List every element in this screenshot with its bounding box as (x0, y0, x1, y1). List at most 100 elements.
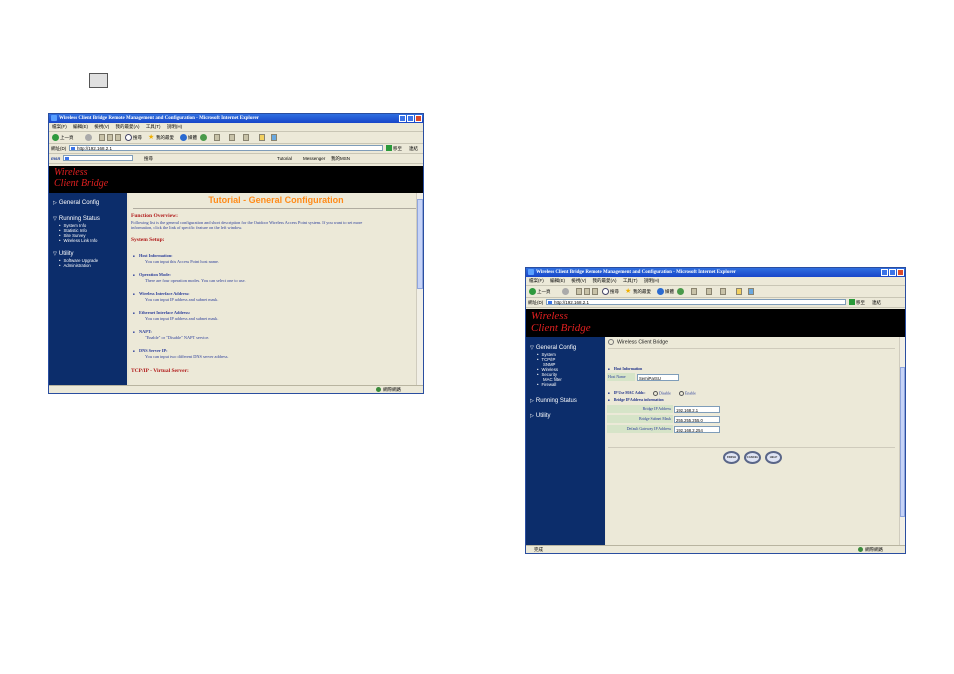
search-label[interactable]: 搜尋 (133, 132, 142, 143)
close-button[interactable] (415, 115, 422, 122)
menu-tools[interactable]: 工具(T) (623, 278, 638, 283)
nav-utility[interactable]: Utility (530, 413, 551, 419)
minimize-button[interactable] (881, 269, 888, 276)
nav-utility[interactable]: Utility (53, 251, 74, 257)
home-icon[interactable] (115, 134, 121, 141)
nav-running-status[interactable]: Running Status (53, 216, 100, 222)
favorites-label[interactable]: 我的最愛 (633, 286, 651, 297)
media-label[interactable]: 媒體 (188, 132, 197, 143)
close-button[interactable] (897, 269, 904, 276)
menu-file[interactable]: 檔案(F) (529, 278, 544, 283)
forward-icon[interactable] (562, 288, 569, 295)
nav-firewall[interactable]: Firewall (537, 382, 557, 387)
item-wireless-interface-desc: You can input IP address and subnet mask… (145, 297, 219, 302)
address-input[interactable]: http://192.168.2.1 (546, 299, 846, 305)
favorites-label[interactable]: 我的最愛 (156, 132, 174, 143)
maximize-button[interactable] (407, 115, 414, 122)
refresh-icon[interactable] (584, 288, 590, 295)
star-icon[interactable]: ★ (625, 286, 631, 297)
menu-favorites[interactable]: 我的最愛(A) (116, 124, 140, 129)
edit-icon[interactable] (720, 288, 726, 295)
host-name-input[interactable]: SemiParSU (637, 374, 679, 381)
menu-view[interactable]: 檢視(V) (571, 278, 586, 283)
links-label[interactable]: 連結 (872, 298, 881, 307)
search-icon[interactable] (125, 134, 132, 141)
mail-icon[interactable] (691, 288, 697, 295)
msn-search-input[interactable] (63, 155, 133, 161)
star-icon[interactable]: ★ (148, 132, 154, 143)
finish-button[interactable]: FINISH (723, 451, 740, 464)
nav-running-status[interactable]: Running Status (530, 398, 577, 404)
mail-icon[interactable] (214, 134, 220, 141)
search-label[interactable]: 搜尋 (610, 286, 619, 297)
nav-administration[interactable]: Administration (59, 263, 91, 268)
go-icon[interactable] (386, 145, 392, 151)
menu-edit[interactable]: 編輯(E) (550, 278, 565, 283)
menu-tools[interactable]: 工具(T) (146, 124, 161, 129)
messenger-icon[interactable] (748, 288, 754, 295)
nav-wireless-link-info[interactable]: Wireless Link Info (59, 238, 98, 243)
vertical-scrollbar[interactable] (416, 193, 423, 386)
folder-icon[interactable] (736, 288, 742, 295)
page-area: Wireless Client Bridge General Config Sy… (526, 309, 905, 546)
media-label[interactable]: 媒體 (665, 286, 674, 297)
decorative-box (89, 73, 108, 88)
nav-general-config[interactable]: General Config (53, 200, 99, 206)
bridge-ip-label: Bridge IP Address (607, 405, 673, 413)
linkbar-search[interactable]: 搜尋 (144, 154, 153, 163)
linkbar-msn[interactable]: 我的MSN (331, 154, 350, 163)
mac-enable-radio[interactable]: Enable (679, 391, 696, 396)
forward-icon[interactable] (85, 134, 92, 141)
refresh-icon[interactable] (107, 134, 113, 141)
logo-line1: Wireless (531, 310, 568, 322)
messenger-icon[interactable] (271, 134, 277, 141)
media-icon[interactable] (180, 134, 187, 141)
cancel-button[interactable]: CANCEL (744, 451, 761, 464)
back-label[interactable]: 上一頁 (60, 132, 74, 143)
folder-icon[interactable] (259, 134, 265, 141)
search-icon[interactable] (602, 288, 609, 295)
links-label[interactable]: 連結 (409, 144, 418, 153)
window-title: Wireless Client Bridge Remote Management… (536, 270, 736, 275)
mac-disable-radio[interactable]: Disable (653, 391, 671, 396)
menu-help[interactable]: 說明(H) (167, 124, 182, 129)
edit-icon[interactable] (243, 134, 249, 141)
linkbar-messenger[interactable]: Messenger (303, 154, 325, 163)
nav-general-config[interactable]: General Config (530, 345, 576, 351)
vertical-scrollbar[interactable] (899, 337, 905, 546)
gateway-ip-input[interactable]: 192.168.2.254 (674, 426, 720, 433)
print-icon[interactable] (229, 134, 235, 141)
go-label[interactable]: 移至 (856, 298, 865, 307)
divider (608, 348, 895, 349)
menu-help[interactable]: 說明(H) (644, 278, 659, 283)
history-icon[interactable] (200, 134, 207, 141)
help-button[interactable]: HELP (765, 451, 782, 464)
bridge-subnet-input[interactable]: 255.255.255.0 (674, 416, 720, 423)
go-icon[interactable] (849, 299, 855, 305)
back-icon[interactable] (529, 288, 536, 295)
back-icon[interactable] (52, 134, 59, 141)
bridge-ip-input[interactable]: 192.168.2.1 (674, 406, 720, 413)
menu-file[interactable]: 檔案(F) (52, 124, 67, 129)
item-host-information-desc: You can input this Access Point host nam… (145, 259, 220, 264)
stop-icon[interactable] (99, 134, 105, 141)
history-icon[interactable] (677, 288, 684, 295)
address-input[interactable]: http://192.168.2.1 (69, 145, 383, 151)
menu-view[interactable]: 檢視(V) (94, 124, 109, 129)
tcpip-virtual-server-heading: TCP/IP - Virtual Server: (131, 368, 189, 374)
maximize-button[interactable] (889, 269, 896, 276)
scrollbar-thumb[interactable] (900, 367, 905, 517)
menu-edit[interactable]: 編輯(E) (73, 124, 88, 129)
go-label[interactable]: 移至 (393, 144, 402, 153)
minimize-button[interactable] (399, 115, 406, 122)
radio-circle-icon[interactable] (679, 391, 684, 396)
scrollbar-thumb[interactable] (417, 199, 423, 289)
home-icon[interactable] (592, 288, 598, 295)
stop-icon[interactable] (576, 288, 582, 295)
linkbar-tutorial[interactable]: Tutorial (277, 154, 292, 163)
print-icon[interactable] (706, 288, 712, 295)
menu-favorites[interactable]: 我的最愛(A) (593, 278, 617, 283)
media-icon[interactable] (657, 288, 664, 295)
back-label[interactable]: 上一頁 (537, 286, 551, 297)
radio-circle-icon[interactable] (653, 391, 658, 396)
